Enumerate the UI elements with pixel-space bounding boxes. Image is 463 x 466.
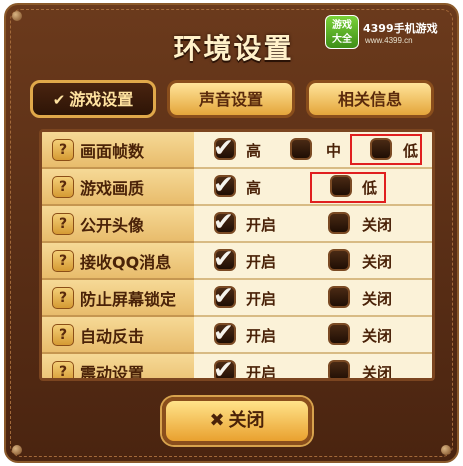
option-label: 高 <box>246 142 262 160</box>
tab-about[interactable]: 相关信息 <box>306 80 434 118</box>
setting-row-vibration: ? 震动设置 ✔ 开启 关闭 <box>42 354 432 381</box>
setting-label: 防止屏幕锁定 <box>80 290 177 309</box>
row-label-cell: ? 画面帧数 <box>42 132 194 169</box>
row-label-cell: ? 公开头像 <box>42 206 194 243</box>
rivet-top-left <box>12 11 22 21</box>
setting-label: 自动反击 <box>80 327 145 346</box>
tab-label: 相关信息 <box>337 90 402 109</box>
setting-row-auto-counter: ? 自动反击 ✔ 开启 关闭 <box>42 317 432 354</box>
row-label-cell: ? 游戏画质 <box>42 169 194 206</box>
logo-badge-line2: 大全 <box>332 34 352 45</box>
row-label-cell: ? 自动反击 <box>42 317 194 354</box>
help-icon[interactable]: ? <box>52 176 74 198</box>
help-icon[interactable]: ? <box>52 324 74 346</box>
checkbox-lock-off[interactable] <box>328 286 350 308</box>
tab-sound-settings[interactable]: 声音设置 <box>167 80 295 118</box>
checkbox-frame-rate-high[interactable]: ✔ <box>213 134 236 162</box>
row-options-cell: ✔ 开启 关闭 <box>194 243 432 280</box>
settings-window: 环境设置 游戏 大全 4399手机游戏 www.4399.cn ✔ 游戏设置 声音… <box>4 3 459 463</box>
option-label: 开启 <box>246 290 277 308</box>
option-label: 关闭 <box>362 253 393 271</box>
checkmark-icon: ✔ <box>213 207 234 236</box>
row-label-cell: ? 接收QQ消息 <box>42 243 194 280</box>
close-label: 关闭 <box>228 410 265 431</box>
option-label: 关闭 <box>362 216 393 234</box>
checkbox-lock-on[interactable]: ✔ <box>213 282 236 310</box>
rivet-bottom-left <box>12 445 22 455</box>
setting-label: 接收QQ消息 <box>80 253 172 272</box>
logo-name: 4399手机游戏 <box>363 22 438 35</box>
checkbox-counter-off[interactable] <box>328 323 350 345</box>
checkbox-vibration-off[interactable] <box>328 360 350 378</box>
logo-badge-line1: 游戏 <box>332 20 352 31</box>
close-icon: ✖ <box>209 410 225 431</box>
highlight-frame-rate-low <box>350 134 422 165</box>
setting-label: 游戏画质 <box>80 179 145 198</box>
help-icon[interactable]: ? <box>52 361 74 378</box>
row-label-cell: ? 震动设置 <box>42 354 194 381</box>
tab-label: 声音设置 <box>198 90 263 109</box>
logo-url: www.4399.cn <box>365 36 413 45</box>
checkmark-icon: ✔ <box>213 244 234 273</box>
option-label: 高 <box>246 179 262 197</box>
checkbox-quality-high[interactable]: ✔ <box>213 171 236 199</box>
highlight-quality-low <box>310 172 386 203</box>
checkmark-icon: ✔ <box>213 170 234 199</box>
setting-row-qq-messages: ? 接收QQ消息 ✔ 开启 关闭 <box>42 243 432 280</box>
row-options-cell: ✔ 开启 关闭 <box>194 206 432 243</box>
help-icon[interactable]: ? <box>52 213 74 235</box>
row-options-cell: ✔ 开启 关闭 <box>194 317 432 354</box>
checkmark-icon: ✔ <box>213 318 234 347</box>
setting-row-prevent-lock: ? 防止屏幕锁定 ✔ 开启 关闭 <box>42 280 432 317</box>
setting-label: 画面帧数 <box>80 142 145 161</box>
option-label: 开启 <box>246 216 277 234</box>
checkbox-qq-off[interactable] <box>328 249 350 271</box>
row-label-cell: ? 防止屏幕锁定 <box>42 280 194 317</box>
checkmark-icon: ✔ <box>213 133 234 162</box>
help-icon[interactable]: ? <box>52 139 74 161</box>
setting-row-public-avatar: ? 公开头像 ✔ 开启 关闭 <box>42 206 432 243</box>
checkbox-frame-rate-medium[interactable] <box>290 138 312 160</box>
row-options-cell: ✔ 开启 关闭 <box>194 280 432 317</box>
option-label: 中 <box>326 142 342 160</box>
option-label: 开启 <box>246 253 277 271</box>
rivet-bottom-right <box>441 445 451 455</box>
close-button[interactable]: ✖ 关闭 <box>162 397 312 445</box>
option-label: 开启 <box>246 364 277 381</box>
option-label: 关闭 <box>362 290 393 308</box>
checkbox-counter-on[interactable]: ✔ <box>213 319 236 347</box>
checkmark-icon: ✔ <box>213 281 234 310</box>
help-icon[interactable]: ? <box>52 287 74 309</box>
setting-label: 震动设置 <box>80 364 145 381</box>
option-label: 关闭 <box>362 364 393 381</box>
option-label: 开启 <box>246 327 277 345</box>
4399-logo: 游戏 大全 4399手机游戏 www.4399.cn <box>325 15 449 51</box>
checkbox-avatar-on[interactable]: ✔ <box>213 208 236 236</box>
logo-badge-icon: 游戏 大全 <box>325 15 359 49</box>
option-label: 关闭 <box>362 327 393 345</box>
checkbox-avatar-off[interactable] <box>328 212 350 234</box>
checkmark-icon: ✔ <box>213 355 234 381</box>
setting-label: 公开头像 <box>80 216 145 235</box>
tab-label: 游戏设置 <box>69 90 134 109</box>
check-icon: ✔ <box>52 91 66 109</box>
checkbox-qq-on[interactable]: ✔ <box>213 245 236 273</box>
checkbox-vibration-on[interactable]: ✔ <box>213 356 236 378</box>
row-options-cell: ✔ 开启 关闭 <box>194 354 432 381</box>
help-icon[interactable]: ? <box>52 250 74 272</box>
tab-game-settings[interactable]: ✔ 游戏设置 <box>30 80 156 118</box>
settings-list[interactable]: ? 画面帧数 ✔ 高 中 低 ? 游戏画质 ✔ 高 低 ? 公开头像 ✔ 开启 … <box>39 129 435 381</box>
